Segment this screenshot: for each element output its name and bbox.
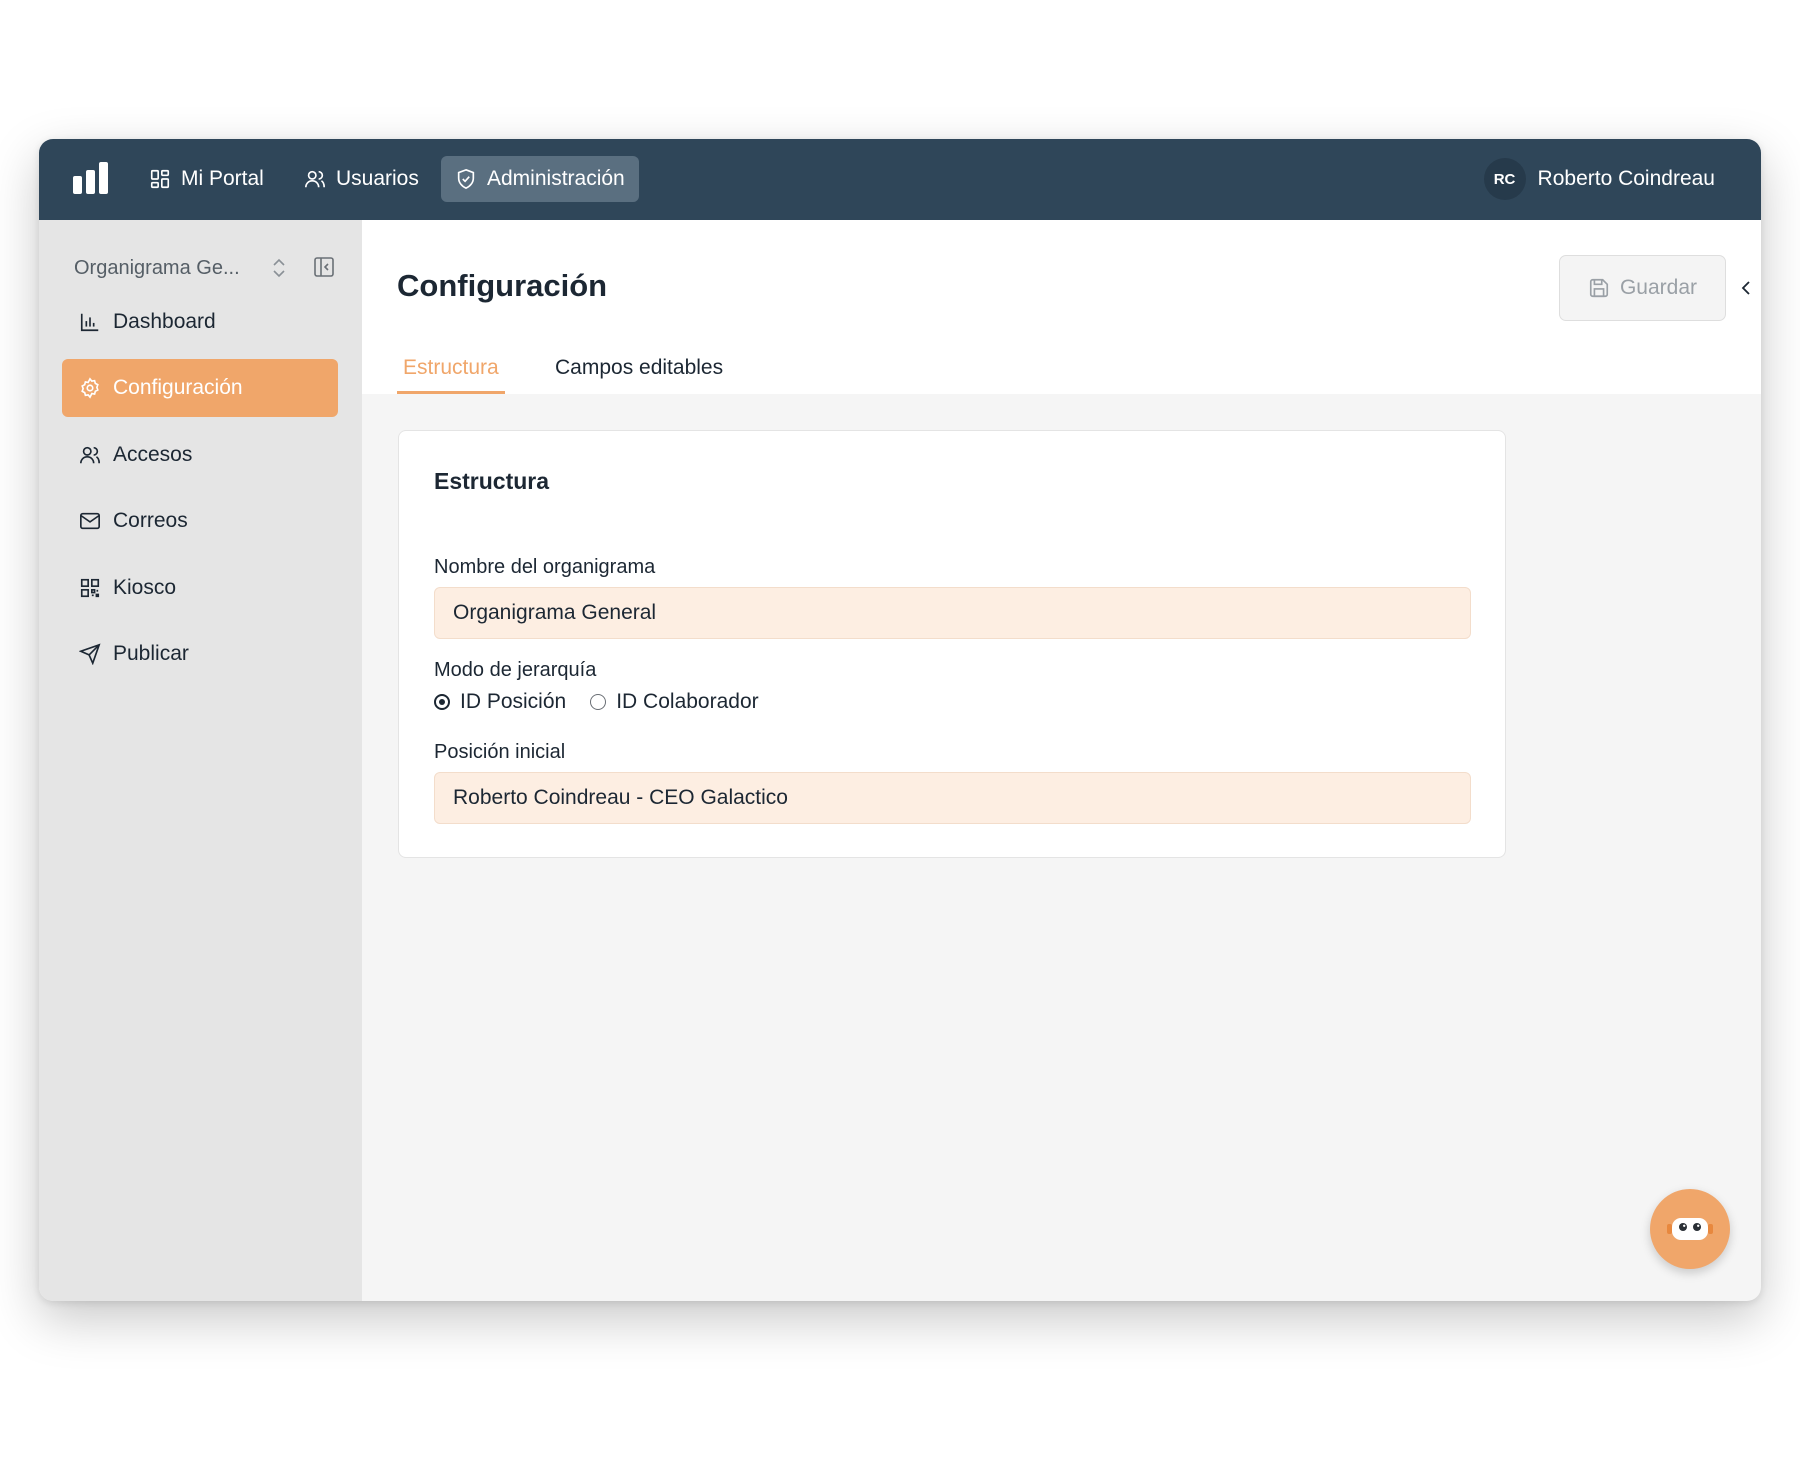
bar-chart-icon [80,313,99,332]
sidebar-item-label: Configuración [113,376,243,399]
sidebar-item-correos[interactable]: Correos [62,492,338,550]
sidebar-item-kiosco[interactable]: Kiosco [62,559,338,617]
gear-icon [81,377,99,399]
sidebar-item-publicar[interactable]: Publicar [62,625,338,683]
save-icon [1589,278,1609,298]
user-name: Roberto Coindreau [1537,167,1715,190]
initial-position-label: Posición inicial [434,741,566,763]
chatbot-button[interactable] [1650,1189,1730,1269]
initial-position-field[interactable]: Roberto Coindreau - CEO Galactico [434,772,1471,824]
estructura-card: Estructura Nombre del organigrama Organi… [398,430,1506,858]
app-window: Mi Portal Usuarios Administración RC Rob… [39,139,1761,1301]
sidebar-item-label: Correos [113,509,188,532]
sidebar: Organigrama Ge... Dashboard Configuració… [39,220,362,1301]
avatar: RC [1483,158,1526,200]
top-navbar: Mi Portal Usuarios Administración RC Rob… [39,139,1761,220]
users-icon [305,170,325,188]
sidebar-item-accesos[interactable]: Accesos [62,426,338,484]
sidebar-item-label: Publicar [113,642,189,665]
org-selector-label: Organigrama Ge... [74,256,240,279]
org-selector[interactable]: Organigrama Ge... [74,248,334,288]
dashboard-grid-icon [150,169,170,189]
mail-icon [80,512,100,530]
chevron-left-icon[interactable] [1737,278,1757,298]
card-title: Estructura [434,468,550,494]
users-icon [80,446,100,464]
nav-usuarios[interactable]: Usuarios [290,156,433,202]
logo-bars-icon[interactable] [73,162,111,194]
sidebar-item-dashboard[interactable]: Dashboard [62,293,338,351]
nav-label: Usuarios [336,167,419,190]
nav-label: Administración [487,167,625,190]
radio-id-colaborador[interactable]: ID Colaborador [590,690,759,714]
org-name-field[interactable]: Organigrama General [434,587,1471,639]
org-name-label: Nombre del organigrama [434,556,656,578]
user-menu[interactable]: RC Roberto Coindreau [1483,157,1715,201]
hierarchy-mode-radio-group: ID Posición ID Colaborador [434,690,783,714]
sidebar-item-configuracion[interactable]: Configuración [62,359,338,417]
robot-face-icon [1667,1218,1713,1240]
tab-campos-editables[interactable]: Campos editables [549,356,729,394]
nav-mi-portal[interactable]: Mi Portal [135,156,278,202]
radio-id-posicion[interactable]: ID Posición [434,690,566,714]
save-button-label: Guardar [1619,276,1698,299]
radio-checked-icon [434,694,450,710]
radio-unchecked-icon [590,694,607,710]
save-button[interactable]: Guardar [1559,255,1726,321]
radio-label: ID Posición [460,690,567,713]
sidebar-item-label: Kiosco [113,576,177,599]
main-header: Configuración Guardar Estructura Campos … [362,220,1761,394]
radio-label: ID Colaborador [616,690,759,713]
shield-icon [457,168,475,190]
send-icon [79,643,101,665]
nav-label: Mi Portal [181,167,264,190]
sidebar-item-label: Dashboard [113,310,216,333]
page-title: Configuración [397,268,608,303]
qr-code-icon [80,578,100,598]
tab-estructura[interactable]: Estructura [397,356,505,394]
nav-administracion[interactable]: Administración [441,156,639,202]
sidebar-item-label: Accesos [113,443,193,466]
chevron-up-down-icon [273,258,285,278]
hierarchy-mode-label: Modo de jerarquía [434,659,597,681]
collapse-sidebar-icon[interactable] [312,255,336,279]
